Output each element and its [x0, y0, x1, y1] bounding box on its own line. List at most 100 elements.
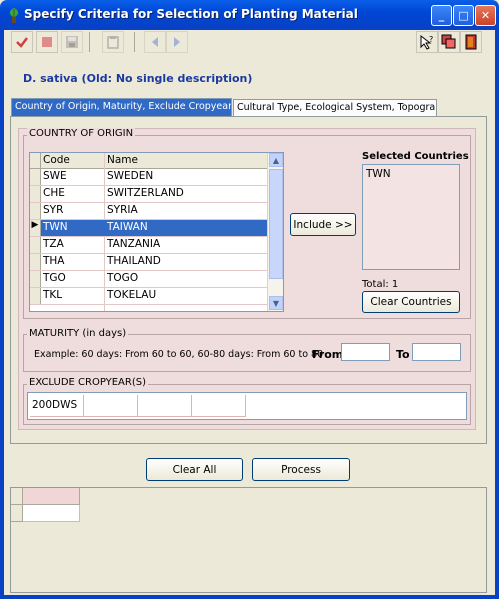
selected-countries-title: Selected Countries — [362, 151, 469, 162]
country-code: SWE — [43, 170, 67, 182]
column-header-code[interactable]: Code — [43, 154, 70, 166]
scroll-down-icon[interactable]: ▼ — [269, 296, 283, 310]
close-button[interactable]: ✕ — [475, 5, 496, 26]
table-row[interactable]: SYR SYRIA — [30, 203, 268, 220]
minimize-button[interactable]: _ — [431, 5, 452, 26]
country-code: TWN — [43, 221, 68, 233]
country-code: CHE — [43, 187, 65, 199]
help-button[interactable]: ? — [416, 31, 438, 53]
delete-button[interactable] — [36, 31, 58, 53]
close-icon: ✕ — [480, 9, 491, 22]
country-name: SWITZERLAND — [107, 187, 184, 199]
grid-header-indicator — [30, 153, 41, 168]
table-row[interactable]: TGO TOGO — [30, 271, 268, 288]
help-icon: ? — [420, 34, 433, 50]
country-name: SYRIA — [107, 204, 138, 216]
clear-countries-button[interactable]: Clear Countries — [362, 291, 460, 313]
toolbar-separator — [89, 32, 90, 52]
arrow-left-icon — [152, 37, 158, 47]
results-row-indicator — [11, 505, 23, 522]
maturity-group-title: MATURITY (in days) — [27, 328, 129, 339]
clipboard-icon — [107, 36, 119, 49]
table-row[interactable]: THA THAILAND — [30, 254, 268, 271]
species-label: D. sativa (Old: No single description) — [23, 72, 253, 85]
plant-app-icon — [9, 8, 19, 23]
country-name: TANZANIA — [107, 238, 161, 250]
accept-button[interactable] — [11, 31, 33, 53]
scroll-up-icon[interactable]: ▲ — [269, 153, 283, 167]
save-button[interactable] — [61, 31, 83, 53]
maturity-example: Example: 60 days: From 60 to 60, 60-80 d… — [34, 349, 324, 360]
exit-door-icon — [465, 34, 477, 50]
cropyear-cell[interactable]: 200DWS — [30, 395, 84, 417]
row-indicator — [30, 254, 41, 270]
row-indicator — [30, 169, 41, 185]
table-row[interactable]: CHE SWITZERLAND — [30, 186, 268, 203]
country-code: TKL — [43, 289, 63, 301]
maximize-button[interactable]: □ — [453, 5, 474, 26]
results-corner-cell — [11, 488, 23, 505]
table-row[interactable]: TZA TANZANIA — [30, 237, 268, 254]
exit-button[interactable] — [460, 31, 482, 53]
country-code: TZA — [43, 238, 64, 250]
checkmark-icon — [16, 37, 28, 48]
previous-button[interactable] — [144, 31, 166, 53]
scroll-thumb[interactable] — [269, 169, 283, 279]
copy-window-button[interactable] — [438, 31, 460, 53]
from-label: From — [312, 348, 344, 361]
copy-window-icon — [441, 34, 456, 49]
paste-button[interactable] — [102, 31, 124, 53]
cropyear-cell[interactable] — [84, 395, 138, 417]
window-frame-bottom — [0, 595, 499, 599]
maximize-icon: □ — [458, 9, 469, 22]
cropyear-cell[interactable] — [138, 395, 192, 417]
title-bar: Specify Criteria for Selection of Planti… — [0, 0, 499, 30]
country-grid-scrollbar[interactable]: ▲ ▼ — [267, 153, 283, 311]
row-indicator — [30, 237, 41, 253]
window-frame-right — [495, 30, 499, 599]
tab-cultural-type[interactable]: Cultural Type, Ecological System, Topogr… — [233, 99, 437, 117]
exclude-cropyear-grid[interactable]: 200DWS — [27, 392, 467, 420]
table-row[interactable]: SWE SWEDEN — [30, 169, 268, 186]
delete-icon — [42, 37, 52, 47]
maturity-from-input[interactable] — [341, 343, 390, 361]
results-cell[interactable] — [23, 505, 80, 522]
row-indicator — [30, 203, 41, 219]
results-header-cell[interactable] — [23, 488, 80, 505]
row-indicator — [30, 288, 41, 304]
arrow-right-icon — [174, 37, 180, 47]
country-grid[interactable]: Code Name SWE SWEDEN CHE SWITZERLAND SYR… — [29, 152, 284, 312]
selected-countries-list[interactable]: TWN — [362, 164, 460, 270]
clear-all-button[interactable]: Clear All — [146, 458, 243, 481]
country-group-title: COUNTRY OF ORIGIN — [27, 128, 136, 139]
country-name: TAIWAN — [107, 221, 148, 233]
to-label: To — [396, 348, 410, 361]
row-indicator: ▶ — [30, 220, 41, 236]
row-indicator — [30, 271, 41, 287]
row-indicator — [30, 186, 41, 202]
cropyear-cell[interactable] — [192, 395, 246, 417]
maturity-to-input[interactable] — [412, 343, 461, 361]
results-grid[interactable] — [10, 487, 487, 593]
window-title: Specify Criteria for Selection of Planti… — [24, 7, 358, 21]
table-row-selected[interactable]: ▶ TWN TAIWAN — [30, 220, 268, 237]
country-name: SWEDEN — [107, 170, 154, 182]
next-button[interactable] — [166, 31, 188, 53]
save-icon — [66, 36, 78, 48]
total-label: Total: 1 — [362, 279, 399, 290]
country-name: TOGO — [107, 272, 139, 284]
country-code: SYR — [43, 204, 64, 216]
process-button[interactable]: Process — [252, 458, 350, 481]
exclude-group-title: EXCLUDE CROPYEAR(S) — [27, 377, 148, 388]
tab-country-maturity[interactable]: Country of Origin, Maturity, Exclude Cro… — [11, 98, 232, 116]
toolbar-separator — [134, 32, 135, 52]
table-row[interactable]: TKL TOKELAU — [30, 288, 268, 305]
svg-text:?: ? — [429, 35, 433, 44]
column-header-name[interactable]: Name — [107, 154, 138, 166]
minimize-icon: _ — [438, 9, 445, 22]
list-item[interactable]: TWN — [366, 168, 456, 180]
country-code: THA — [43, 255, 65, 267]
include-button[interactable]: Include >> — [290, 213, 356, 236]
window-frame-left — [0, 30, 4, 599]
country-code: TGO — [43, 272, 66, 284]
